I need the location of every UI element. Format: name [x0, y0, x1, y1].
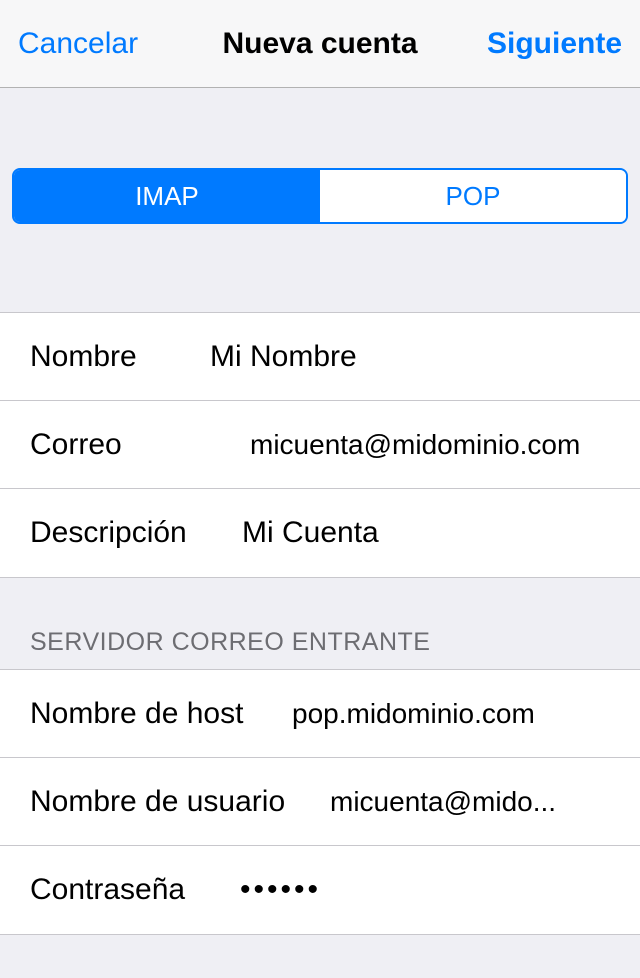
email-field[interactable]: micuenta@midominio.com	[250, 429, 610, 461]
username-field[interactable]: micuenta@mido...	[330, 786, 610, 818]
username-row[interactable]: Nombre de usuario micuenta@mido...	[0, 758, 640, 846]
spacer	[0, 88, 640, 168]
username-label: Nombre de usuario	[30, 785, 330, 819]
protocol-segmented-control: IMAP POP	[12, 168, 628, 224]
next-button[interactable]: Siguiente	[487, 27, 622, 61]
email-label: Correo	[30, 428, 250, 462]
account-info-group: Nombre Mi Nombre Correo micuenta@midomin…	[0, 312, 640, 578]
segment-imap[interactable]: IMAP	[14, 170, 320, 222]
description-row[interactable]: Descripción Mi Cuenta	[0, 489, 640, 577]
cancel-button[interactable]: Cancelar	[18, 27, 138, 61]
incoming-server-header: SERVIDOR CORREO ENTRANTE	[0, 578, 640, 669]
host-label: Nombre de host	[30, 697, 292, 731]
password-label: Contraseña	[30, 873, 240, 907]
password-field[interactable]: ••••••	[240, 873, 610, 907]
incoming-server-group: Nombre de host pop.midominio.com Nombre …	[0, 669, 640, 935]
name-row[interactable]: Nombre Mi Nombre	[0, 313, 640, 401]
password-row[interactable]: Contraseña ••••••	[0, 846, 640, 934]
host-field[interactable]: pop.midominio.com	[292, 698, 610, 730]
description-field[interactable]: Mi Cuenta	[242, 516, 610, 550]
email-row[interactable]: Correo micuenta@midominio.com	[0, 401, 640, 489]
page-title: Nueva cuenta	[222, 27, 417, 61]
host-row[interactable]: Nombre de host pop.midominio.com	[0, 670, 640, 758]
segment-pop[interactable]: POP	[320, 170, 626, 222]
name-field[interactable]: Mi Nombre	[210, 340, 610, 374]
description-label: Descripción	[30, 516, 242, 550]
spacer	[0, 224, 640, 312]
name-label: Nombre	[30, 340, 210, 374]
navbar: Cancelar Nueva cuenta Siguiente	[0, 0, 640, 88]
